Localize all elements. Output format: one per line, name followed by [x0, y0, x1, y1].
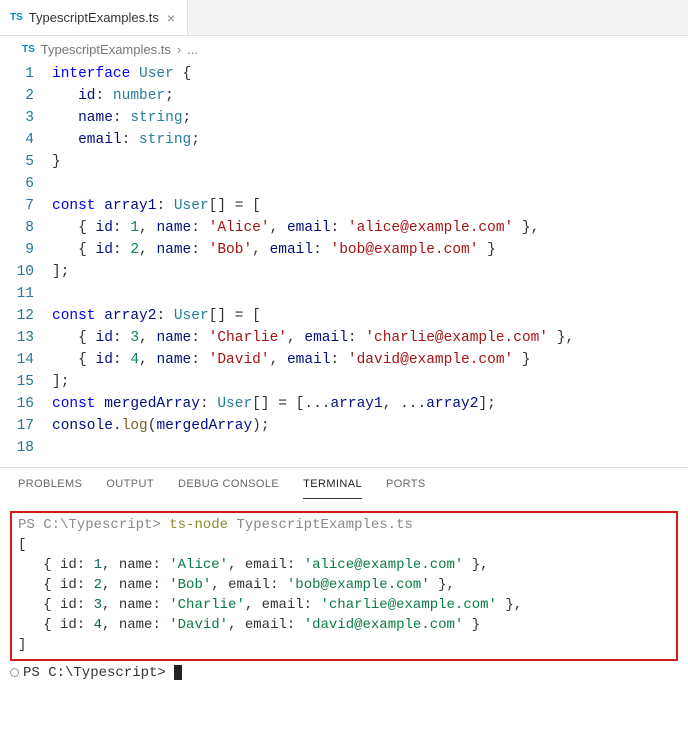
line-number: 2: [0, 85, 52, 107]
breadcrumb-more: ...: [187, 42, 198, 57]
tab-debug-console[interactable]: DEBUG CONSOLE: [178, 478, 279, 499]
terminal-output: { id: 4, name: 'David', email: 'david@ex…: [18, 615, 670, 635]
line-number: 4: [0, 129, 52, 151]
code-content[interactable]: const mergedArray: User[] = [...array1, …: [52, 393, 688, 415]
code-content[interactable]: id: number;: [52, 85, 688, 107]
code-line[interactable]: 17console.log(mergedArray);: [0, 415, 688, 437]
tab-terminal[interactable]: TERMINAL: [303, 478, 362, 499]
terminal-prompt[interactable]: PS C:\Typescript>: [10, 663, 678, 683]
tab-ports[interactable]: PORTS: [386, 478, 426, 499]
code-line[interactable]: 11: [0, 283, 688, 305]
tab-active[interactable]: TS TypescriptExamples.ts ×: [0, 0, 188, 35]
code-content[interactable]: ];: [52, 261, 688, 283]
line-number: 3: [0, 107, 52, 129]
prompt-icon: [10, 668, 19, 677]
code-line[interactable]: 4 email: string;: [0, 129, 688, 151]
code-line[interactable]: 14 { id: 4, name: 'David', email: 'david…: [0, 349, 688, 371]
code-content[interactable]: { id: 2, name: 'Bob', email: 'bob@exampl…: [52, 239, 688, 261]
cursor-icon: [174, 665, 182, 680]
tab-label: TypescriptExamples.ts: [29, 10, 159, 25]
code-content[interactable]: email: string;: [52, 129, 688, 151]
line-number: 6: [0, 173, 52, 195]
code-line[interactable]: 5}: [0, 151, 688, 173]
code-line[interactable]: 8 { id: 1, name: 'Alice', email: 'alice@…: [0, 217, 688, 239]
code-content[interactable]: { id: 4, name: 'David', email: 'david@ex…: [52, 349, 688, 371]
line-number: 9: [0, 239, 52, 261]
code-content[interactable]: interface User {: [52, 63, 688, 85]
code-line[interactable]: 10];: [0, 261, 688, 283]
line-number: 5: [0, 151, 52, 173]
breadcrumb[interactable]: TS TypescriptExamples.ts › ...: [0, 36, 688, 59]
line-number: 12: [0, 305, 52, 327]
terminal-panel[interactable]: PS C:\Typescript> ts-node TypescriptExam…: [0, 499, 688, 693]
panel-tabs: PROBLEMS OUTPUT DEBUG CONSOLE TERMINAL P…: [0, 467, 688, 499]
code-content[interactable]: name: string;: [52, 107, 688, 129]
code-line[interactable]: 16const mergedArray: User[] = [...array1…: [0, 393, 688, 415]
line-number: 11: [0, 283, 52, 305]
close-icon[interactable]: ×: [165, 10, 177, 26]
code-line[interactable]: 3 name: string;: [0, 107, 688, 129]
code-line[interactable]: 15];: [0, 371, 688, 393]
line-number: 14: [0, 349, 52, 371]
line-number: 13: [0, 327, 52, 349]
tab-output[interactable]: OUTPUT: [106, 478, 154, 499]
line-number: 17: [0, 415, 52, 437]
line-number: 10: [0, 261, 52, 283]
code-content[interactable]: [52, 437, 688, 459]
code-content[interactable]: [52, 173, 688, 195]
line-number: 16: [0, 393, 52, 415]
terminal-output: ]: [18, 635, 670, 655]
code-content[interactable]: }: [52, 151, 688, 173]
line-number: 15: [0, 371, 52, 393]
breadcrumb-file: TypescriptExamples.ts: [41, 42, 171, 57]
terminal-output: { id: 1, name: 'Alice', email: 'alice@ex…: [18, 555, 670, 575]
chevron-right-icon: ›: [177, 42, 181, 57]
typescript-icon: TS: [10, 12, 23, 23]
line-number: 7: [0, 195, 52, 217]
code-line[interactable]: 2 id: number;: [0, 85, 688, 107]
code-content[interactable]: [52, 283, 688, 305]
code-content[interactable]: const array2: User[] = [: [52, 305, 688, 327]
terminal-highlight: PS C:\Typescript> ts-node TypescriptExam…: [10, 511, 678, 661]
code-line[interactable]: 9 { id: 2, name: 'Bob', email: 'bob@exam…: [0, 239, 688, 261]
tab-problems[interactable]: PROBLEMS: [18, 478, 82, 499]
code-editor[interactable]: 1interface User {2 id: number;3 name: st…: [0, 59, 688, 467]
code-line[interactable]: 13 { id: 3, name: 'Charlie', email: 'cha…: [0, 327, 688, 349]
terminal-output: { id: 2, name: 'Bob', email: 'bob@exampl…: [18, 575, 670, 595]
code-line[interactable]: 6: [0, 173, 688, 195]
code-line[interactable]: 7const array1: User[] = [: [0, 195, 688, 217]
code-content[interactable]: { id: 3, name: 'Charlie', email: 'charli…: [52, 327, 688, 349]
code-content[interactable]: ];: [52, 371, 688, 393]
line-number: 18: [0, 437, 52, 459]
terminal-output: { id: 3, name: 'Charlie', email: 'charli…: [18, 595, 670, 615]
terminal-command-line: PS C:\Typescript> ts-node TypescriptExam…: [18, 515, 670, 535]
code-line[interactable]: 18: [0, 437, 688, 459]
code-content[interactable]: const array1: User[] = [: [52, 195, 688, 217]
code-line[interactable]: 1interface User {: [0, 63, 688, 85]
terminal-output: [: [18, 535, 670, 555]
code-content[interactable]: { id: 1, name: 'Alice', email: 'alice@ex…: [52, 217, 688, 239]
code-content[interactable]: console.log(mergedArray);: [52, 415, 688, 437]
code-line[interactable]: 12const array2: User[] = [: [0, 305, 688, 327]
line-number: 8: [0, 217, 52, 239]
typescript-icon: TS: [22, 44, 35, 55]
tab-bar: TS TypescriptExamples.ts ×: [0, 0, 688, 36]
line-number: 1: [0, 63, 52, 85]
